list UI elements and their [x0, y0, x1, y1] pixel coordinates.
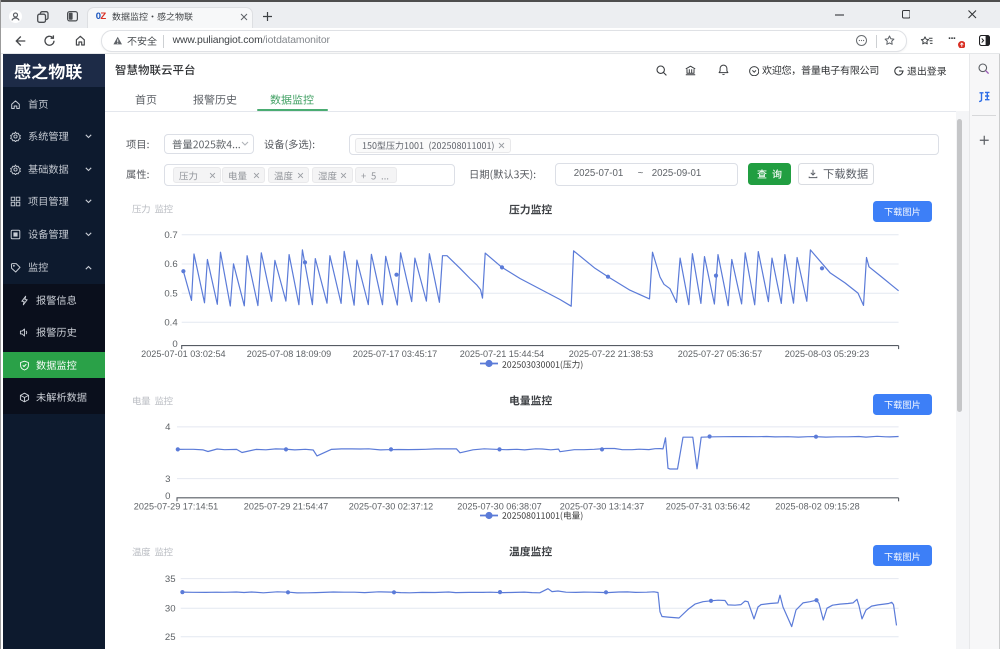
svg-text:30: 30 — [165, 603, 176, 614]
svg-text:25: 25 — [165, 632, 176, 643]
svg-text:35: 35 — [165, 574, 176, 585]
